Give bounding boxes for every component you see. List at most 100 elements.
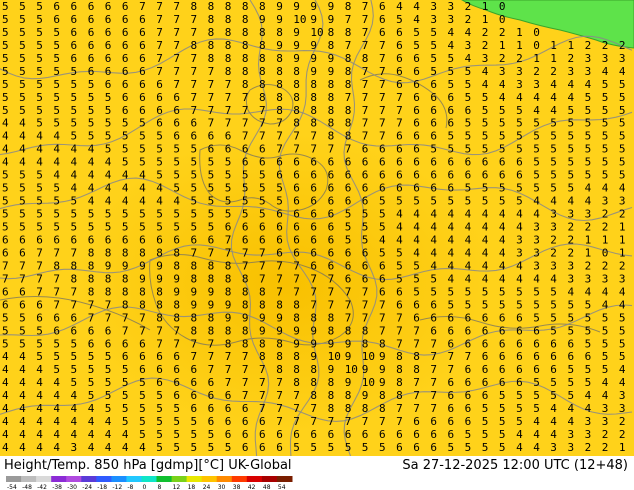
temperature-value: 4 — [482, 65, 489, 78]
temperature-value: 5 — [2, 39, 9, 52]
temperature-value: 8 — [122, 285, 129, 298]
temperature-value: 5 — [533, 169, 540, 182]
temperature-value: 6 — [430, 78, 437, 91]
temperature-value: 6 — [225, 428, 232, 441]
temperature-value: 7 — [259, 272, 266, 285]
temperature-value: 5 — [619, 78, 626, 91]
temperature-value: 6 — [328, 428, 335, 441]
temperature-value: 7 — [208, 78, 215, 91]
temperature-value: 6 — [191, 402, 198, 415]
temperature-value: 6 — [328, 234, 335, 247]
temperature-value: 9 — [328, 52, 335, 65]
temperature-value: 5 — [568, 324, 575, 337]
temperature-value: 7 — [208, 337, 215, 350]
temperature-value: 4 — [88, 156, 95, 169]
temperature-value: 2 — [602, 39, 609, 52]
temperature-value: 6 — [225, 130, 232, 143]
temperature-value: 5 — [568, 130, 575, 143]
temperature-value: 6 — [345, 259, 352, 272]
temperature-value: 5 — [156, 402, 163, 415]
temperature-value: 7 — [173, 324, 180, 337]
temperature-value: 6 — [310, 247, 317, 260]
legend-color-swatch — [276, 476, 293, 482]
temperature-value: 8 — [242, 337, 249, 350]
temperature-value: 6 — [36, 311, 43, 324]
temperature-value: 6 — [465, 363, 472, 376]
temperature-value: 3 — [430, 13, 437, 26]
temperature-value: 8 — [173, 259, 180, 272]
legend-color-swatch — [201, 476, 218, 482]
temperature-value: 5 — [362, 221, 369, 234]
temperature-value: 9 — [293, 39, 300, 52]
temperature-value: 5 — [379, 208, 386, 221]
temperature-value: 4 — [482, 78, 489, 91]
temperature-value: 6 — [516, 350, 523, 363]
temperature-value: 5 — [430, 272, 437, 285]
temperature-value: 5 — [105, 130, 112, 143]
temperature-value: 3 — [482, 52, 489, 65]
temperature-value: 5 — [139, 130, 146, 143]
temperature-value: 7 — [208, 104, 215, 117]
temperature-value: 8 — [345, 402, 352, 415]
temperature-value: 8 — [328, 78, 335, 91]
temperature-value: 3 — [585, 208, 592, 221]
temperature-value: 8 — [259, 91, 266, 104]
temperature-value: 5 — [122, 156, 129, 169]
temperature-value: 5 — [53, 52, 60, 65]
temperature-value: 5 — [53, 208, 60, 221]
temperature-value: 3 — [568, 208, 575, 221]
temperature-value: 4 — [53, 169, 60, 182]
temperature-value: 3 — [568, 65, 575, 78]
temperature-value: 6 — [293, 234, 300, 247]
temperature-value: 5 — [499, 143, 506, 156]
temperature-value: 6 — [482, 324, 489, 337]
temperature-value: 2 — [550, 65, 557, 78]
temperature-value: 2 — [619, 428, 626, 441]
temperature-value: 8 — [328, 117, 335, 130]
temperature-value: 4 — [2, 376, 9, 389]
temperature-value: 6 — [173, 117, 180, 130]
temperature-value: 9 — [293, 26, 300, 39]
temperature-value: 7 — [310, 298, 317, 311]
temperature-value: 6 — [328, 195, 335, 208]
temperature-value: 4 — [88, 428, 95, 441]
temperature-value: 4 — [430, 234, 437, 247]
legend-color-swatch — [231, 476, 248, 482]
temperature-value: 8 — [345, 389, 352, 402]
temperature-value: 9 — [328, 65, 335, 78]
temperature-value: 5 — [568, 363, 575, 376]
temperature-value: 5 — [568, 104, 575, 117]
temperature-value: 7 — [191, 247, 198, 260]
temperature-value: 6 — [499, 324, 506, 337]
temperature-value: 7 — [362, 91, 369, 104]
temperature-value: 5 — [482, 428, 489, 441]
temperature-value: 5 — [585, 156, 592, 169]
temperature-value: 4 — [105, 195, 112, 208]
temperature-value: 5 — [242, 182, 249, 195]
temperature-value: 4 — [465, 234, 472, 247]
temperature-value: 8 — [88, 259, 95, 272]
temperature-value: 5 — [156, 221, 163, 234]
temperature-value: 4 — [602, 182, 609, 195]
temperature-value: 5 — [396, 259, 403, 272]
temperature-value: 7 — [156, 337, 163, 350]
temperature-value: 7 — [139, 324, 146, 337]
temperature-value: 8 — [276, 65, 283, 78]
temperature-value: 5 — [465, 195, 472, 208]
temperature-value: 3 — [585, 272, 592, 285]
temperature-value: 5 — [191, 156, 198, 169]
temperature-value: 5 — [105, 376, 112, 389]
temperature-value: 9 — [156, 272, 163, 285]
temperature-value: 8 — [328, 104, 335, 117]
temperature-value: 3 — [619, 272, 626, 285]
temperature-value: 7 — [225, 234, 232, 247]
temperature-value: 5 — [71, 91, 78, 104]
temperature-value: 3 — [619, 52, 626, 65]
temperature-value: 6 — [465, 402, 472, 415]
temperature-value: 8 — [225, 259, 232, 272]
temperature-value: 8 — [328, 376, 335, 389]
temperature-value: 6 — [259, 441, 266, 454]
temperature-value: 5 — [516, 389, 523, 402]
temperature-value: 5 — [516, 117, 523, 130]
temperature-value: 7 — [36, 247, 43, 260]
